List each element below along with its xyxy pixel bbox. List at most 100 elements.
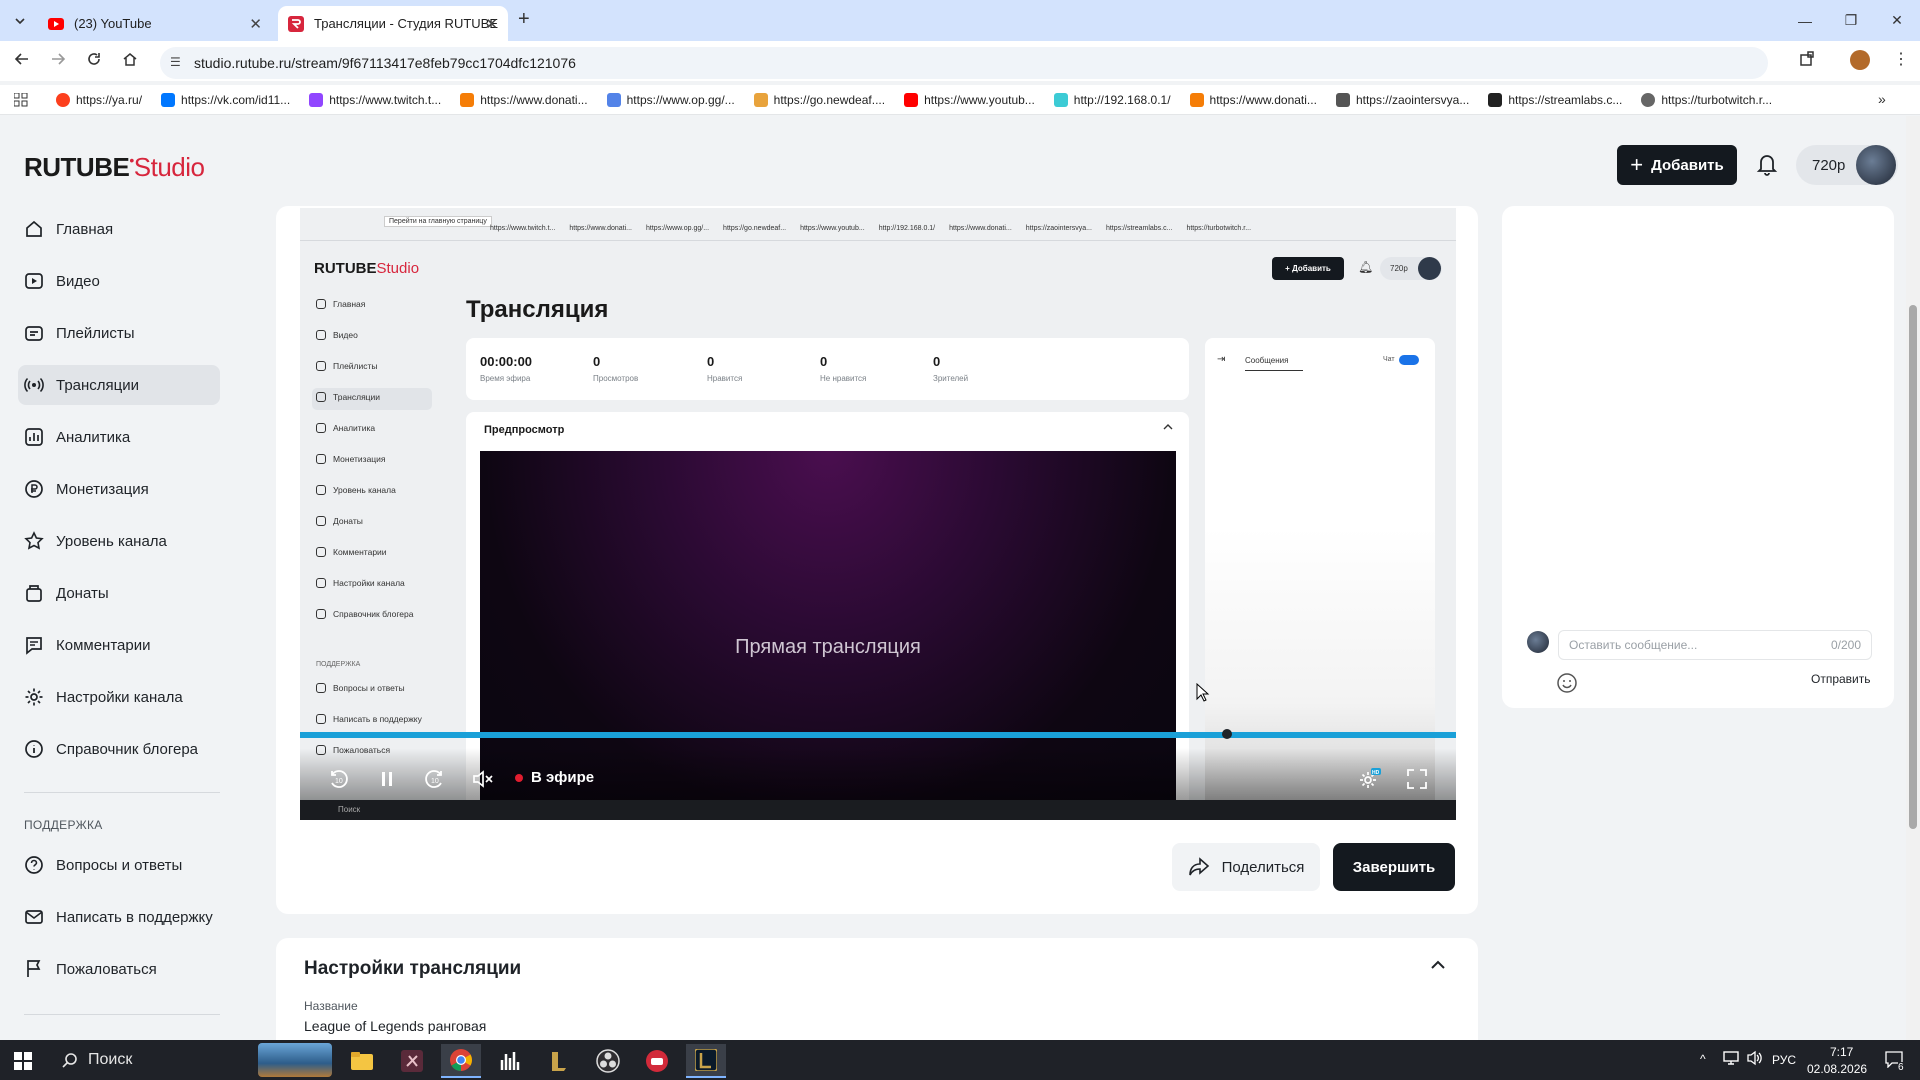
sidebar-item-video[interactable]: Видео (18, 261, 220, 301)
bookmark-item[interactable]: https://www.twitch.t... (309, 92, 441, 107)
scrollbar-thumb[interactable] (1909, 305, 1917, 829)
chat-message-input[interactable]: Оставить сообщение... 0/200 (1558, 630, 1872, 660)
comment-icon (26, 637, 42, 655)
add-button[interactable]: + Добавить (1617, 145, 1737, 185)
bookmark-item[interactable]: https://vk.com/id11... (161, 92, 290, 107)
bookmark-item[interactable]: https://zaointersvya... (1335, 92, 1469, 107)
close-tab-icon[interactable]: ✕ (249, 15, 262, 33)
svg-text:10: 10 (431, 778, 439, 785)
back-icon[interactable] (14, 51, 30, 67)
bookmark-favicon-icon (753, 92, 768, 107)
close-window-icon[interactable]: ✕ (1874, 0, 1920, 41)
minimize-icon[interactable]: — (1782, 0, 1828, 41)
video-player[interactable]: Перейти на главную страницу https://www.… (300, 208, 1456, 820)
windows-start-icon[interactable] (14, 1052, 32, 1070)
close-tab-icon[interactable]: ✕ (485, 15, 498, 33)
progress-bar[interactable] (300, 732, 1456, 738)
extensions-icon[interactable] (1799, 51, 1815, 67)
site-info-icon[interactable]: ☰ (170, 55, 181, 69)
restore-icon[interactable]: ❐ (1828, 0, 1874, 41)
sidebar-item-channel-settings[interactable]: Настройки канала (18, 677, 220, 717)
volume-icon[interactable] (1746, 1050, 1764, 1066)
rutube-studio-logo[interactable]: RUTUBE•Studio (24, 152, 205, 183)
donate-icon (26, 585, 42, 602)
chevron-up-tray-icon[interactable]: ^ (1700, 1052, 1706, 1066)
progress-handle[interactable] (1222, 729, 1232, 739)
nested-support-title: ПОДДЕРЖКА (316, 661, 361, 668)
bookmark-item[interactable]: https://ya.ru/ (56, 92, 142, 107)
sidebar-item-blogger-guide[interactable]: Справочник блогера (18, 729, 220, 769)
emoji-icon[interactable] (1556, 672, 1578, 694)
clock-time[interactable]: 7:17 (1830, 1045, 1853, 1059)
clock-date[interactable]: 02.08.2026 (1807, 1062, 1867, 1076)
tab-youtube[interactable]: (23) YouTube ✕ (38, 6, 272, 41)
tab-rutube-studio[interactable]: Трансляции - Студия RUTUBE ✕ (278, 6, 508, 41)
tab-title: Трансляции - Студия RUTUBE (314, 16, 498, 31)
notifications-count: 6 (1898, 1062, 1904, 1073)
bookmark-item[interactable]: https://www.op.gg/... (606, 92, 735, 107)
pause-icon[interactable] (376, 768, 398, 790)
sidebar-item-channel-level[interactable]: Уровень канала (18, 521, 220, 561)
profile-avatar[interactable] (1850, 50, 1870, 70)
divider (24, 792, 220, 793)
nested-sidebar-icon (316, 361, 326, 371)
bookmark-favicon-icon (1488, 92, 1503, 107)
streaming-app-icon[interactable] (637, 1044, 677, 1078)
nested-sidebar-item: Комментарии (316, 547, 387, 557)
forward-icon[interactable] (50, 51, 66, 67)
language-indicator[interactable]: РУС (1772, 1053, 1796, 1067)
rewind-10-icon[interactable]: 10 (327, 768, 349, 790)
bookmark-item[interactable]: https://go.newdeaf.... (753, 92, 885, 107)
chrome-icon[interactable] (441, 1044, 481, 1078)
sidebar-item-donations[interactable]: Донаты (18, 573, 220, 613)
nested-sidebar-icon (316, 578, 326, 588)
tab-search-icon[interactable] (8, 10, 32, 32)
settings-icon[interactable]: HD (1357, 768, 1381, 790)
bookmark-item[interactable]: https://turbotwitch.r... (1641, 92, 1772, 107)
obs-icon[interactable] (588, 1044, 628, 1078)
name-value[interactable]: League of Legends ранговая (304, 1018, 486, 1034)
game-app-icon[interactable] (392, 1044, 432, 1078)
bookmark-favicon-icon (56, 92, 70, 107)
taskbar-search[interactable]: Поиск (48, 1040, 258, 1080)
fullscreen-icon[interactable] (1406, 768, 1428, 790)
bookmark-item[interactable]: https://www.donati... (1189, 92, 1317, 107)
bookmark-item[interactable]: http://192.168.0.1/ (1053, 92, 1171, 107)
send-button[interactable]: Отправить (1811, 672, 1871, 686)
nested-sidebar-icon (316, 454, 326, 464)
chevron-up-icon[interactable] (1430, 960, 1446, 970)
network-icon[interactable] (1722, 1050, 1740, 1066)
reload-icon[interactable] (86, 51, 102, 67)
finish-button[interactable]: Завершить (1333, 843, 1455, 891)
more-bookmarks-icon[interactable]: » (1878, 91, 1886, 107)
apps-icon[interactable] (14, 93, 28, 107)
league-app-icon[interactable] (686, 1044, 726, 1078)
audio-app-icon[interactable] (490, 1044, 530, 1078)
mute-icon[interactable] (471, 768, 495, 790)
sidebar-item-playlists[interactable]: Плейлисты (18, 313, 220, 353)
share-button[interactable]: Поделиться (1172, 843, 1320, 891)
address-bar[interactable]: ☰ studio.rutube.ru/stream/9f67113417e8fe… (160, 47, 1768, 79)
sidebar-item-contact-support[interactable]: Написать в поддержку (18, 897, 220, 937)
new-tab-icon[interactable]: + (518, 8, 530, 31)
forward-10-icon[interactable]: 10 (424, 768, 446, 790)
broadcast-icon (24, 377, 44, 393)
bookmark-item[interactable]: https://streamlabs.c... (1488, 92, 1622, 107)
nested-sidebar-item: Написать в поддержку (316, 714, 422, 724)
home-browser-icon[interactable] (122, 51, 138, 67)
bookmark-item[interactable]: https://www.donati... (460, 92, 588, 107)
sidebar-item-monetization[interactable]: Монетизация (18, 469, 220, 509)
sidebar-item-comments[interactable]: Комментарии (18, 625, 220, 665)
bookmark-item[interactable]: https://www.youtub... (904, 92, 1035, 107)
sidebar-item-home[interactable]: Главная (18, 209, 220, 249)
browser-menu-icon[interactable]: ⋮ (1893, 49, 1909, 69)
lol-client-icon[interactable] (539, 1044, 579, 1078)
sidebar-item-report[interactable]: Пожаловаться (18, 949, 220, 989)
sidebar-item-faq[interactable]: Вопросы и ответы (18, 845, 220, 885)
file-explorer-icon[interactable] (342, 1044, 382, 1078)
sidebar-item-broadcasts[interactable]: Трансляции (18, 365, 220, 405)
bell-icon[interactable] (1756, 152, 1778, 176)
mail-icon (25, 910, 43, 924)
sidebar-item-analytics[interactable]: Аналитика (18, 417, 220, 457)
avatar[interactable] (1856, 145, 1896, 185)
